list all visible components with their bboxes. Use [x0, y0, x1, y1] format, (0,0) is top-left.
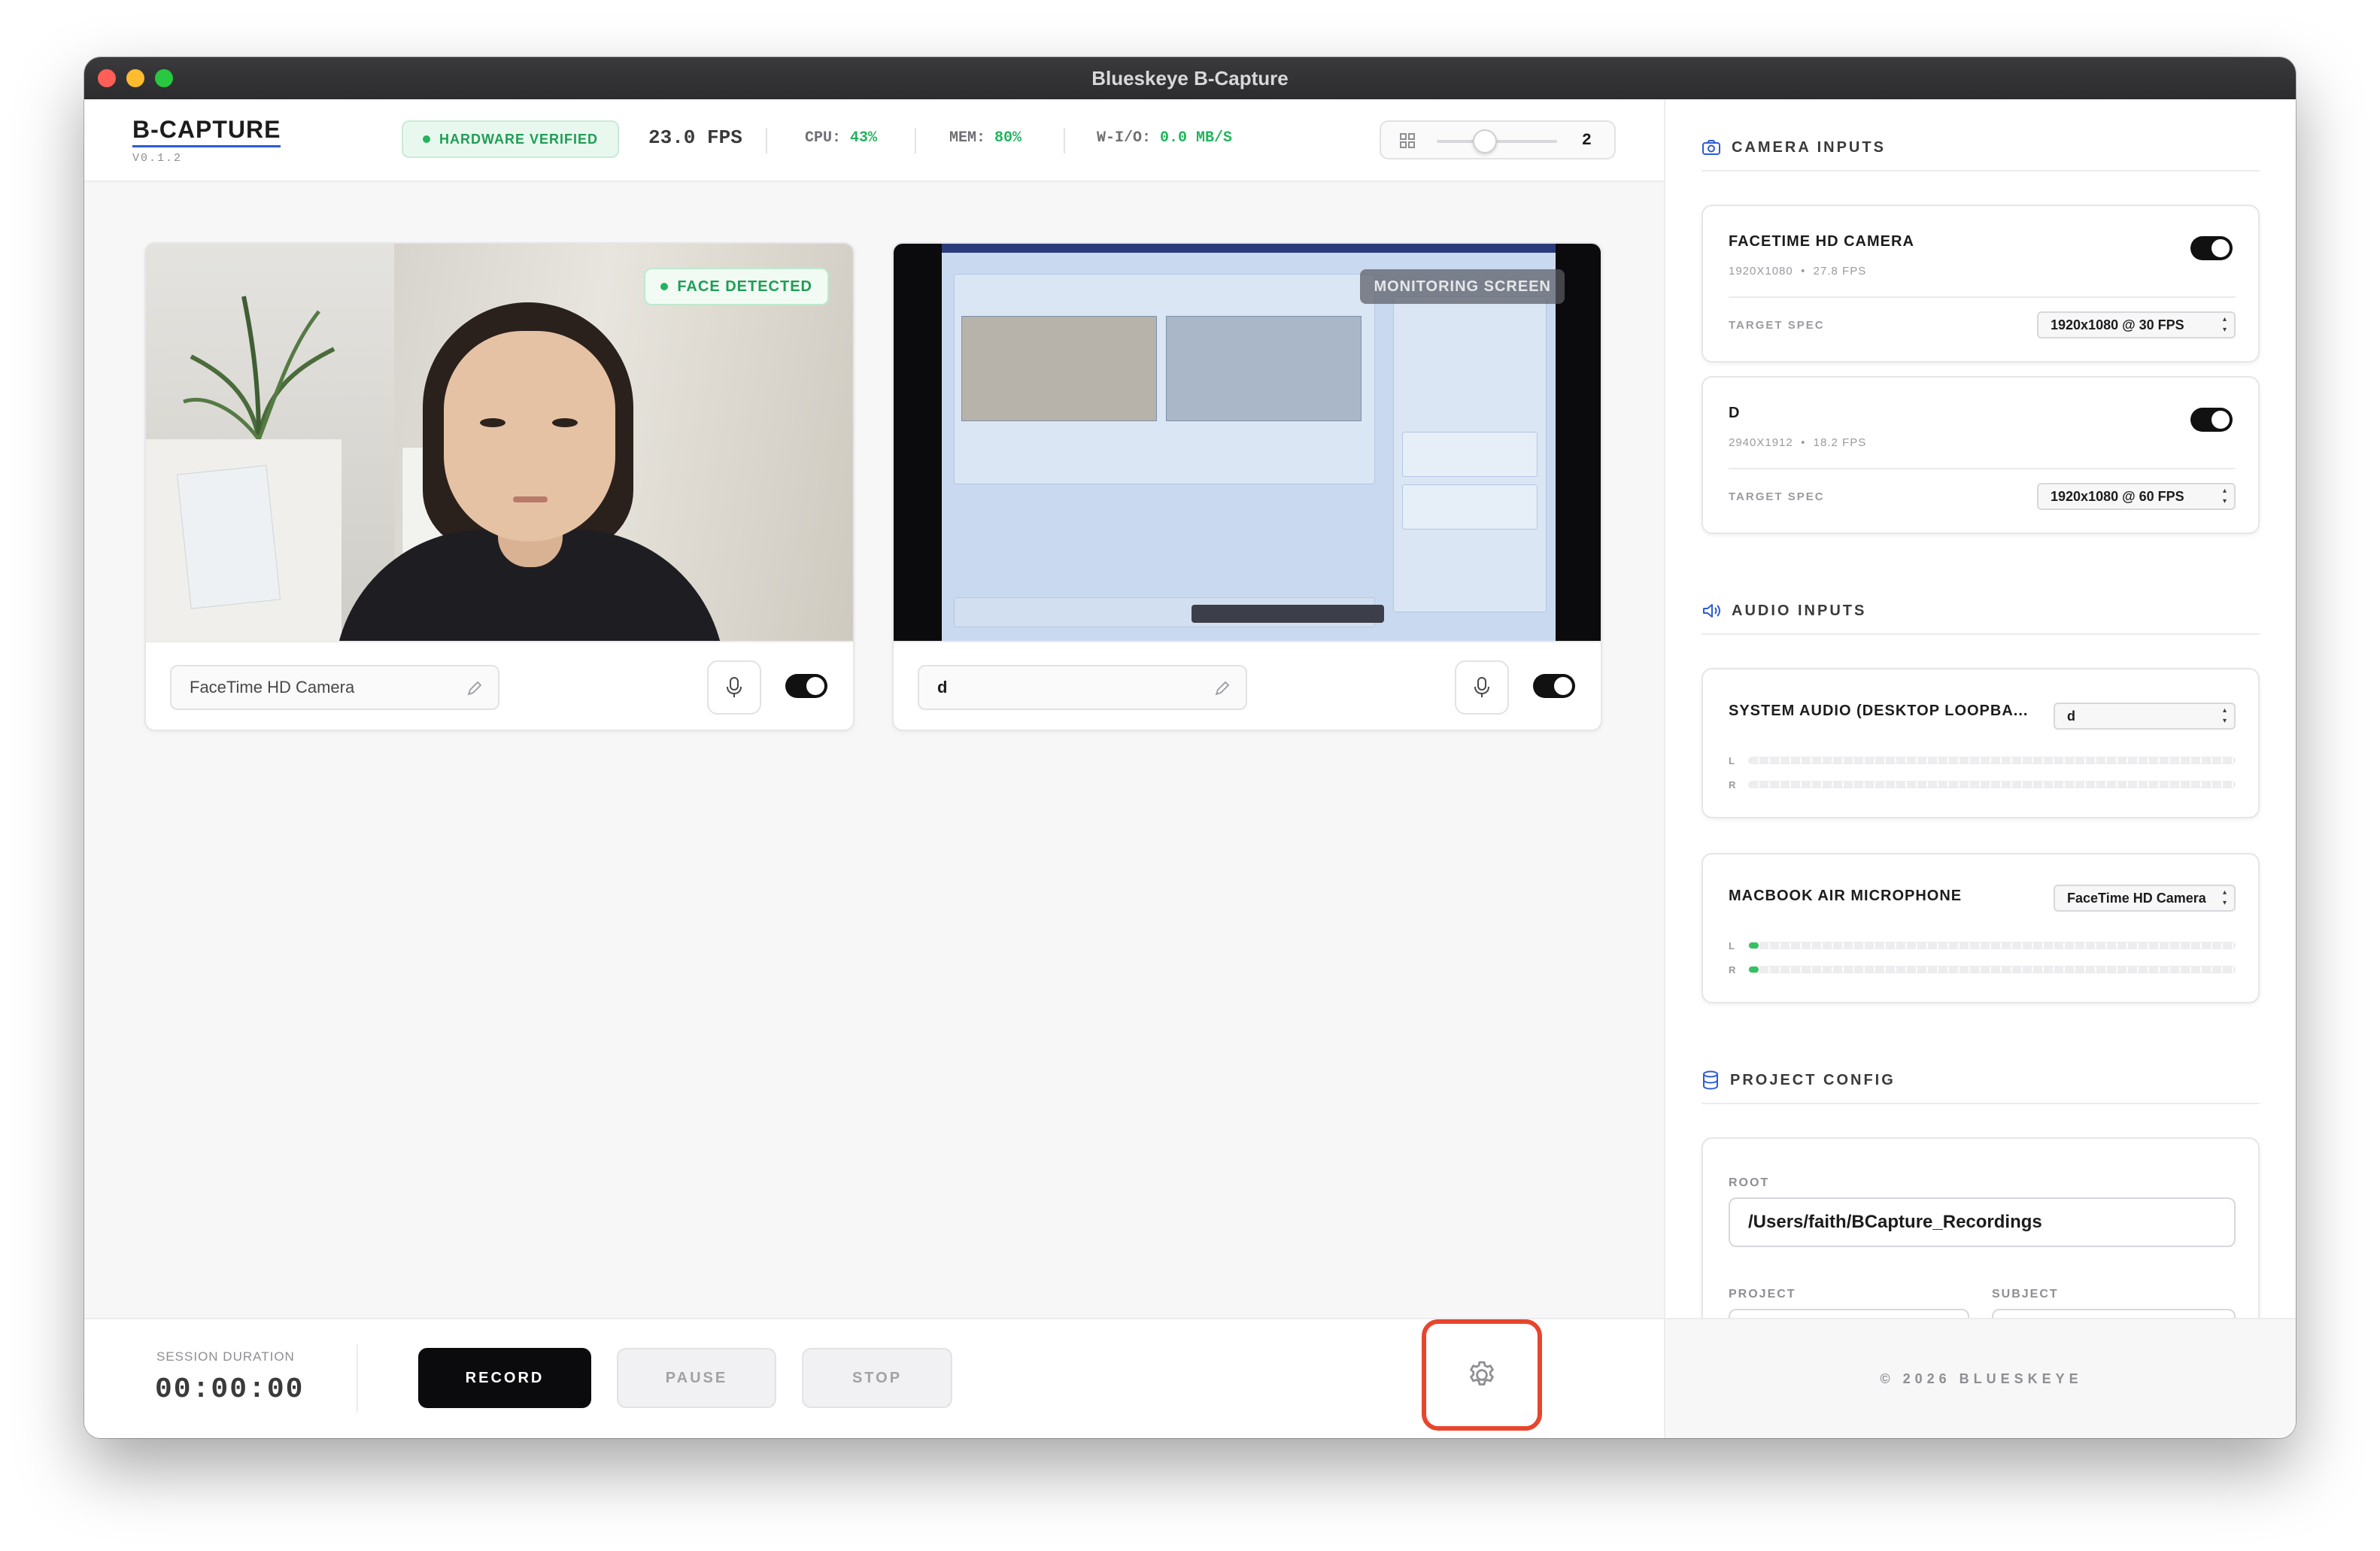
camera-input-card: D 2940X1912 • 18.2 FPS TARGET SPEC 1920x…: [1702, 376, 2260, 534]
audio-level-meter-left: [1748, 757, 2236, 764]
meter-right-label: R: [1729, 779, 1736, 791]
divider: [766, 128, 767, 153]
microphone-button[interactable]: [1455, 660, 1509, 715]
wio-stat: W-I/O: 0.0 MB/S: [1097, 129, 1233, 147]
camera-input-title: FACETIME HD CAMERA: [1729, 233, 1914, 250]
settings-sidebar: CAMERA INPUTS FACETIME HD CAMERA 1920X10…: [1664, 99, 2296, 1438]
camera-inputs-header: CAMERA INPUTS: [1702, 125, 2260, 171]
project-label: PROJECT: [1729, 1288, 1796, 1301]
camera-video-feed: FACE DETECTED: [146, 244, 853, 641]
microphone-icon: [727, 677, 742, 697]
database-icon: [1703, 1070, 1718, 1090]
screen-preview-card: MONITORING SCREEN d: [892, 242, 1602, 731]
mem-stat: MEM: 80%: [949, 129, 1022, 147]
grid-icon: [1400, 133, 1415, 148]
divider: [1064, 128, 1065, 153]
camera-input-toggle[interactable]: [2190, 236, 2233, 260]
title-bar: Blueskeye B-Capture: [84, 57, 2296, 99]
brand: B-CAPTURE V0.1.2: [132, 116, 281, 165]
hardware-verified-badge: HARDWARE VERIFIED: [402, 120, 620, 158]
microphone-button[interactable]: [707, 660, 761, 715]
camera-input-title: D: [1729, 405, 1741, 421]
camera-card-footer: FaceTime HD Camera: [146, 641, 853, 730]
camera-input-card: FACETIME HD CAMERA 1920X1080 • 27.8 FPS …: [1702, 205, 2260, 363]
screen-enable-toggle[interactable]: [1533, 674, 1575, 698]
zoom-window-button[interactable]: [155, 69, 173, 87]
session-duration-value: 00:00:00: [155, 1373, 305, 1406]
audio-input-card: SYSTEM AUDIO (DESKTOP LOOPBA... d L R: [1702, 668, 2260, 818]
camera-icon: [1702, 140, 1720, 155]
target-spec-label: TARGET SPEC: [1729, 319, 1825, 332]
camera-enable-toggle[interactable]: [785, 674, 827, 698]
target-spec-select[interactable]: 1920x1080 @ 30 FPS: [2037, 311, 2236, 338]
meter-right-label: R: [1729, 964, 1736, 976]
audio-input-title: SYSTEM AUDIO (DESKTOP LOOPBA...: [1729, 703, 2029, 719]
grid-slider-handle[interactable]: [1473, 129, 1497, 153]
window-title: Blueskeye B-Capture: [1091, 66, 1289, 90]
fps-readout: 23.0 FPS: [648, 126, 742, 149]
settings-button[interactable]: [1422, 1319, 1542, 1431]
main-area: B-CAPTURE V0.1.2 HARDWARE VERIFIED 23.0 …: [84, 99, 1664, 1438]
plant-decoration: [183, 296, 335, 439]
face-detected-badge: FACE DETECTED: [644, 268, 829, 305]
screen-capture-feed: MONITORING SCREEN: [894, 244, 1601, 641]
grid-slider-track[interactable]: [1437, 140, 1557, 143]
brand-title: B-CAPTURE: [132, 116, 281, 147]
camera-name-field[interactable]: FaceTime HD Camera: [170, 665, 499, 710]
camera-input-toggle[interactable]: [2190, 408, 2233, 432]
divider: [357, 1345, 358, 1413]
audio-level-meter-right: [1748, 966, 2236, 973]
speaker-icon: [1703, 604, 1720, 618]
window-controls: [98, 69, 173, 87]
divider: [915, 128, 916, 153]
cpu-stat: CPU: 43%: [805, 129, 878, 147]
project-config-header: PROJECT CONFIG: [1702, 1058, 2260, 1104]
screen-name-field[interactable]: d: [918, 665, 1247, 710]
target-spec-select[interactable]: 1920x1080 @ 60 FPS: [2037, 483, 2236, 510]
root-path-input[interactable]: /Users/faith/BCapture_Recordings: [1729, 1197, 2236, 1247]
pencil-icon[interactable]: [1214, 680, 1231, 697]
audio-level-meter-right: [1748, 781, 2236, 788]
copyright-footer: © 2026 BLUESKEYE: [1665, 1318, 2296, 1438]
pause-button[interactable]: PAUSE: [617, 1348, 776, 1408]
camera-preview-card: FACE DETECTED FaceTime HD Camera: [144, 242, 855, 731]
root-label: ROOT: [1729, 1176, 1770, 1189]
audio-device-select[interactable]: FaceTime HD Camera: [2054, 885, 2236, 912]
camera-input-details: 1920X1080 • 27.8 FPS: [1729, 265, 1867, 278]
minimize-window-button[interactable]: [126, 69, 144, 87]
subject-label: SUBJECT: [1992, 1288, 2059, 1301]
audio-input-card: MACBOOK AIR MICROPHONE FaceTime HD Camer…: [1702, 853, 2260, 1003]
gear-icon: [1470, 1361, 1494, 1386]
microphone-icon: [1474, 677, 1489, 697]
close-window-button[interactable]: [98, 69, 116, 87]
monitoring-screen-badge: MONITORING SCREEN: [1360, 269, 1565, 304]
status-dot-icon: [423, 135, 430, 143]
meter-left-label: L: [1729, 755, 1735, 766]
audio-device-select[interactable]: d: [2054, 703, 2236, 730]
pencil-icon[interactable]: [466, 680, 483, 697]
top-status-bar: B-CAPTURE V0.1.2 HARDWARE VERIFIED 23.0 …: [84, 99, 1664, 182]
camera-input-details: 2940X1912 • 18.2 FPS: [1729, 436, 1867, 449]
grid-columns-value: 2: [1581, 131, 1592, 150]
brand-version: V0.1.2: [132, 152, 183, 165]
status-dot-icon: [660, 283, 669, 290]
stop-button[interactable]: STOP: [802, 1348, 952, 1408]
meter-left-label: L: [1729, 940, 1735, 952]
app-window: Blueskeye B-Capture B-CAPTURE V0.1.2 HAR…: [84, 57, 2296, 1438]
recording-controls-bar: SESSION DURATION 00:00:00 RECORD PAUSE S…: [84, 1318, 1664, 1438]
audio-inputs-header: AUDIO INPUTS: [1702, 588, 2260, 635]
grid-columns-control: 2: [1380, 120, 1616, 159]
audio-input-title: MACBOOK AIR MICROPHONE: [1729, 888, 1963, 904]
audio-level-meter-left: [1748, 942, 2236, 949]
session-duration-label: SESSION DURATION: [156, 1349, 295, 1364]
target-spec-label: TARGET SPEC: [1729, 490, 1825, 503]
screen-card-footer: d: [894, 641, 1601, 730]
record-button[interactable]: RECORD: [418, 1348, 591, 1408]
